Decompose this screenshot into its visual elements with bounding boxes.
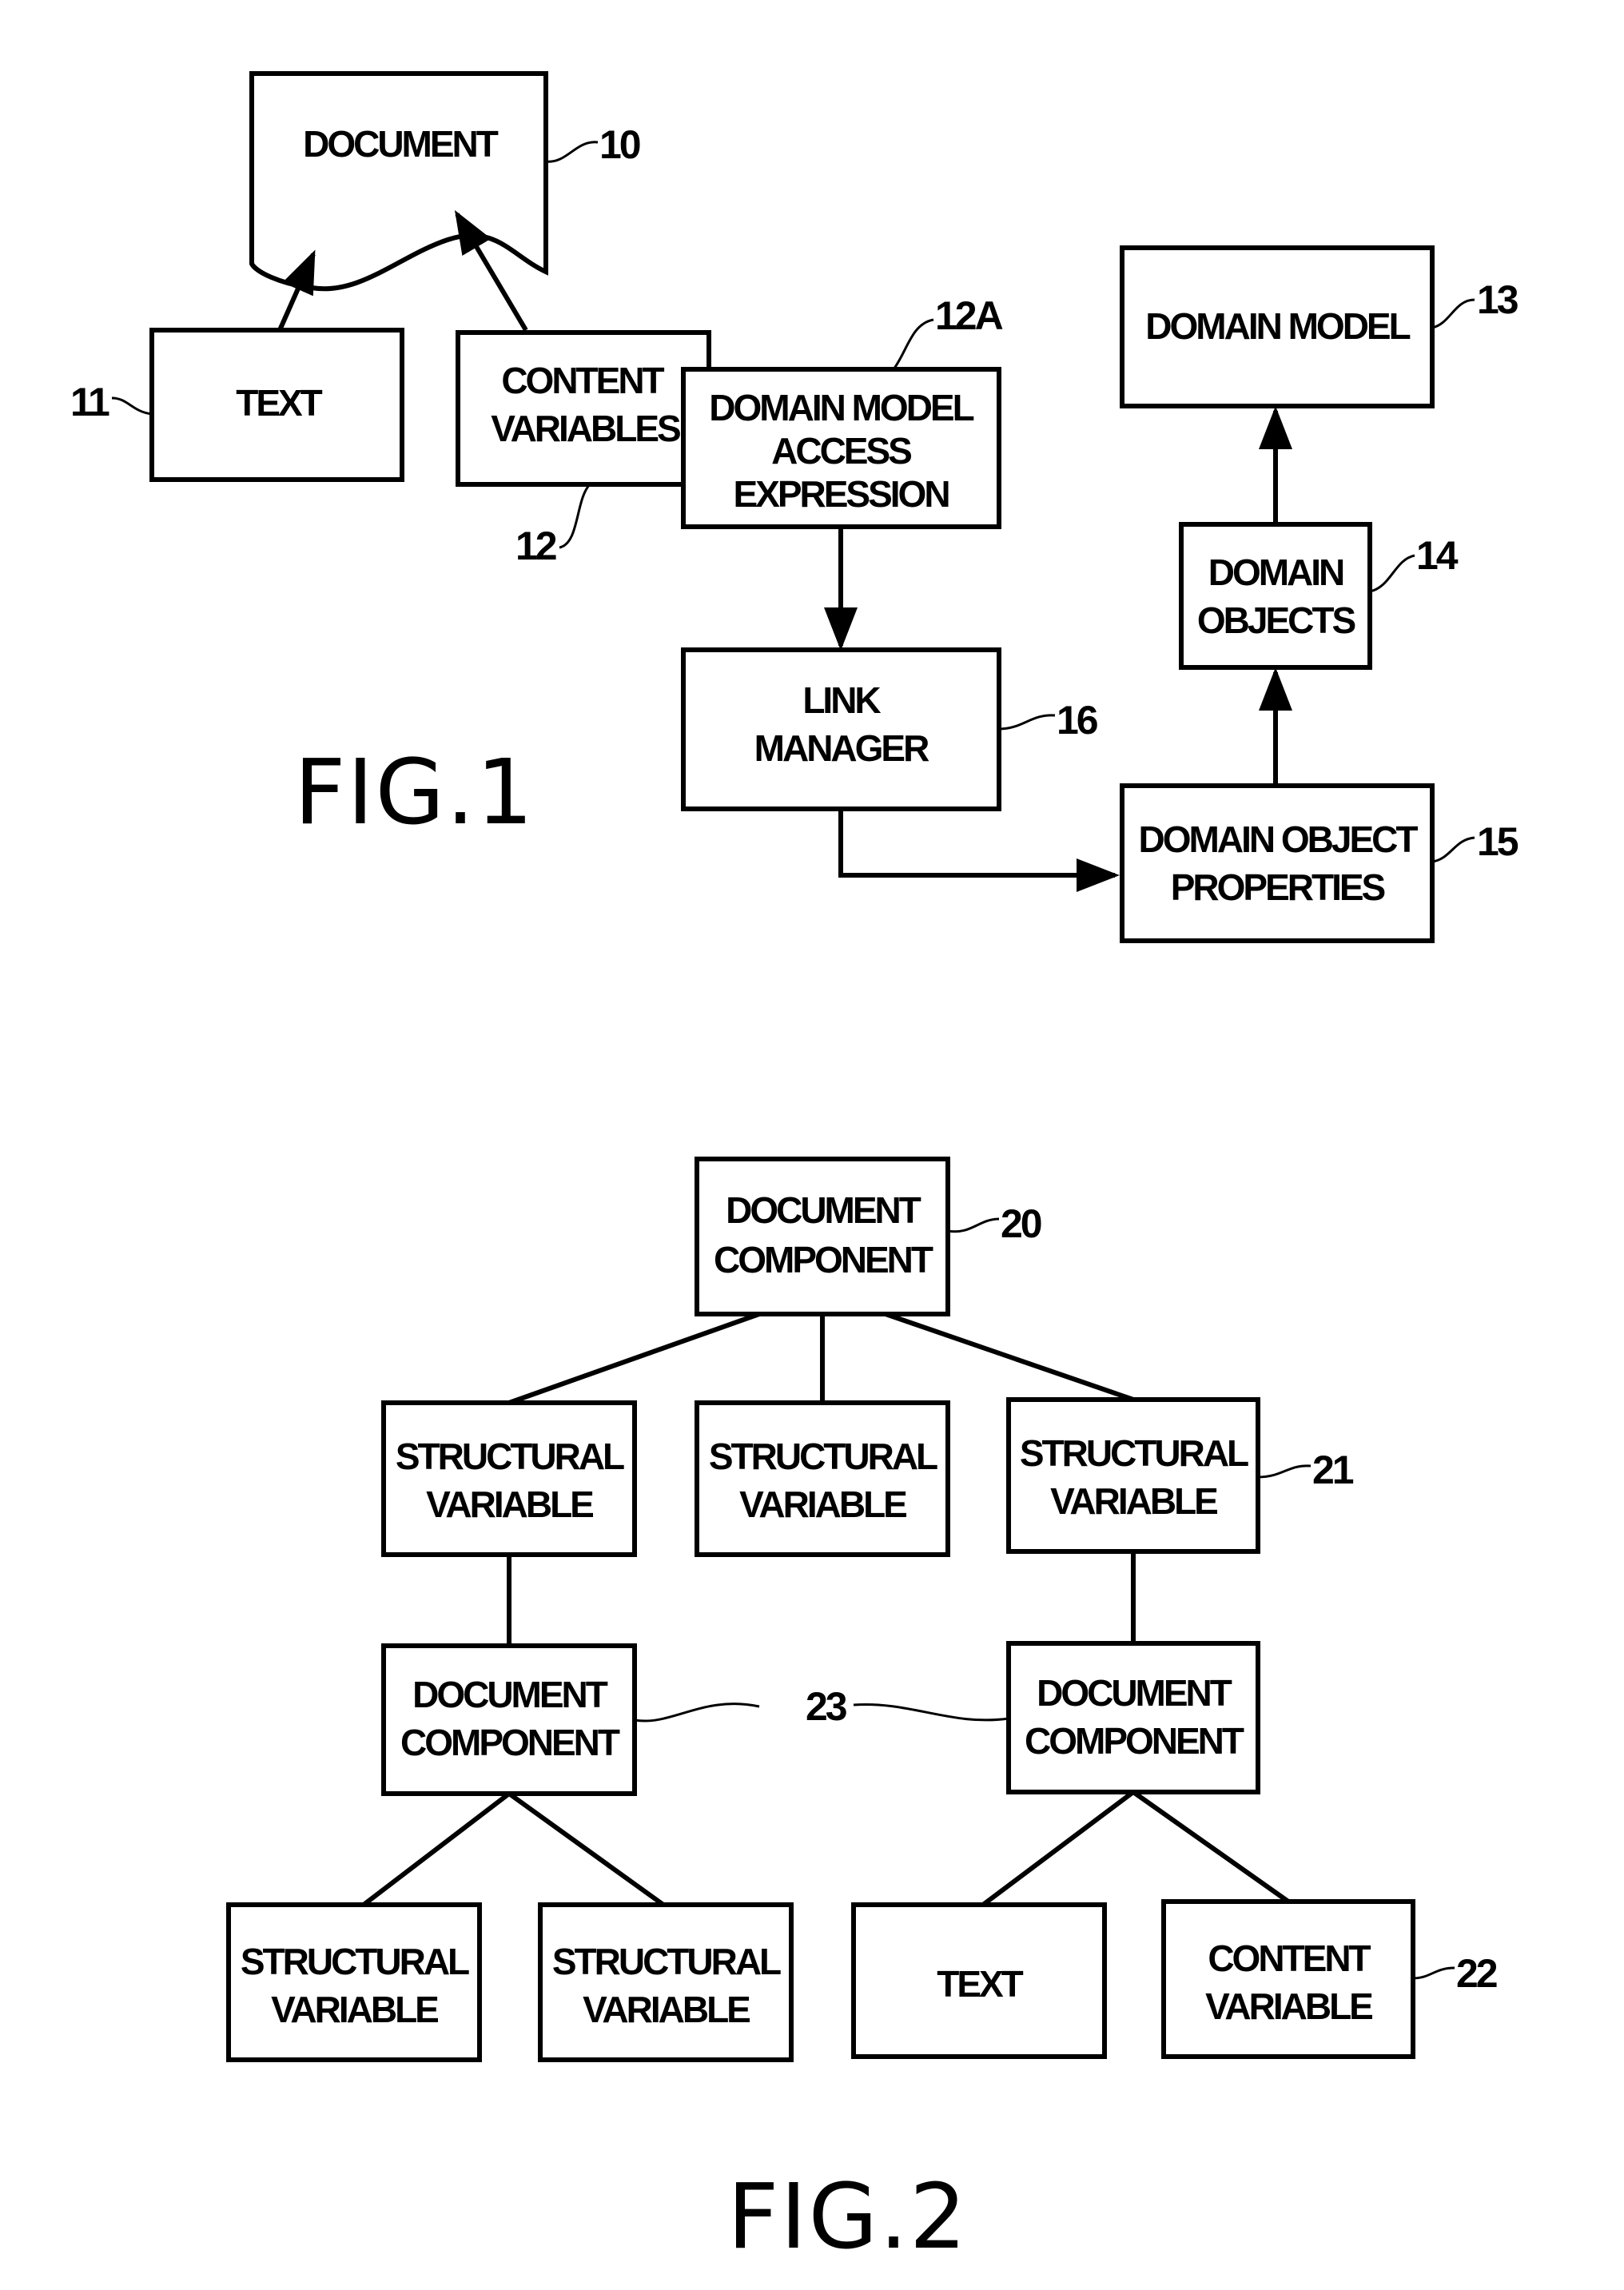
- sv-left-line1: STRUCTURAL: [396, 1436, 624, 1477]
- leader-12a: [892, 318, 934, 370]
- ref-23: 23: [806, 1684, 846, 1729]
- leader-23-left: [634, 1703, 760, 1722]
- sv-mid-line2: VARIABLE: [739, 1484, 906, 1525]
- domain-model-label: DOMAIN MODEL: [1145, 305, 1410, 347]
- document-component-left-box: [381, 1643, 637, 1796]
- sv-left-line2: VARIABLE: [426, 1484, 593, 1525]
- dmae-line3: EXPRESSION: [733, 473, 949, 515]
- leader-20: [947, 1217, 1000, 1233]
- structural-variable-right-box: [1006, 1397, 1260, 1554]
- dmae-line1: DOMAIN MODEL: [709, 387, 973, 428]
- link-manager-line1: LINK: [802, 679, 881, 721]
- dmae-line2: ACCESS: [771, 430, 911, 472]
- leaf-content-variable-box: [1161, 1899, 1415, 2059]
- edge-root-sv-left: [508, 1312, 761, 1405]
- ref-15: 15: [1477, 819, 1519, 864]
- edge-dc-right-leaf4: [1132, 1790, 1290, 1904]
- structural-variable-left-box: [381, 1400, 637, 1557]
- root-line2: COMPONENT: [714, 1239, 933, 1280]
- ref-13: 13: [1477, 277, 1518, 322]
- document-component-right-box: [1006, 1641, 1260, 1794]
- leaf1-line2: VARIABLE: [271, 1989, 438, 2030]
- document-component-root-box: [695, 1157, 950, 1316]
- ref-16: 16: [1057, 698, 1097, 743]
- leader-23-right: [853, 1703, 1009, 1722]
- leader-10: [545, 141, 599, 163]
- fig2-caption: FIG.2: [727, 2165, 968, 2269]
- ref-12a: 12A: [935, 293, 1003, 338]
- sv-right-line2: VARIABLE: [1050, 1480, 1217, 1522]
- edge-root-sv-right: [885, 1312, 1134, 1402]
- leader-22: [1412, 1966, 1455, 1980]
- dc-right-line2: COMPONENT: [1025, 1720, 1244, 1762]
- content-variables-line2: VARIABLES: [491, 408, 680, 449]
- sv-mid-line1: STRUCTURAL: [709, 1436, 937, 1477]
- leaf2-line1: STRUCTURAL: [552, 1941, 781, 1982]
- document-shape: [249, 71, 548, 292]
- domain-objects-line1: DOMAIN: [1208, 552, 1343, 593]
- link-manager-line2: MANAGER: [754, 727, 929, 769]
- dop-line1: DOMAIN OBJECT: [1139, 818, 1419, 860]
- leader-11: [111, 396, 153, 416]
- ref-22: 22: [1456, 1951, 1497, 1996]
- structural-variable-mid-box: [695, 1400, 950, 1557]
- leader-14: [1369, 554, 1415, 593]
- fig2: DOCUMENT COMPONENT 20 STRUCTURAL VARIABL…: [226, 1157, 1499, 2269]
- dc-right-line1: DOCUMENT: [1037, 1672, 1232, 1714]
- domain-objects-line2: OBJECTS: [1197, 599, 1355, 641]
- ref-10: 10: [599, 122, 640, 167]
- domain-objects-box: [1179, 522, 1372, 670]
- leaf4-line2: VARIABLE: [1205, 1985, 1372, 2027]
- text-label: TEXT: [236, 382, 322, 424]
- dop-line2: PROPERTIES: [1171, 866, 1385, 908]
- leaf4-line1: CONTENT: [1208, 1938, 1371, 1979]
- leaf2-line2: VARIABLE: [583, 1989, 750, 2030]
- ref-20: 20: [1001, 1201, 1041, 1246]
- leader-13: [1431, 298, 1475, 329]
- ref-14: 14: [1416, 533, 1459, 578]
- edge-dc-right-leaf3: [981, 1790, 1135, 1907]
- document-label: DOCUMENT: [303, 123, 499, 165]
- leader-16: [998, 714, 1056, 731]
- ref-12: 12: [515, 524, 556, 568]
- content-variables-line1: CONTENT: [501, 360, 664, 401]
- dc-left-line1: DOCUMENT: [412, 1674, 608, 1715]
- leader-21: [1257, 1464, 1312, 1479]
- ref-21: 21: [1312, 1448, 1354, 1492]
- sv-right-line1: STRUCTURAL: [1020, 1432, 1248, 1474]
- patent-figures: DOCUMENT 10 TEXT 11 CONTENT VARIABLES 12…: [70, 71, 1521, 2269]
- leader-15: [1431, 836, 1475, 863]
- leaf3-label: TEXT: [937, 1963, 1023, 2005]
- leaf1-line1: STRUCTURAL: [241, 1941, 469, 1982]
- edge-dc-left-leaf2: [508, 1791, 665, 1907]
- fig1-caption: FIG.1: [294, 741, 535, 845]
- fig1: DOCUMENT 10 TEXT 11 CONTENT VARIABLES 12…: [70, 71, 1521, 943]
- domain-object-properties-box: [1120, 783, 1435, 943]
- ref-11: 11: [70, 380, 109, 424]
- root-line1: DOCUMENT: [726, 1189, 921, 1231]
- dc-left-line2: COMPONENT: [400, 1722, 620, 1763]
- leaf-structural-variable-2-box: [538, 1902, 794, 2062]
- leader-12: [559, 483, 591, 549]
- arrow-link-manager-to-properties: [838, 809, 1120, 892]
- leaf-structural-variable-1-box: [226, 1902, 482, 2062]
- edge-dc-left-leaf1: [362, 1791, 511, 1907]
